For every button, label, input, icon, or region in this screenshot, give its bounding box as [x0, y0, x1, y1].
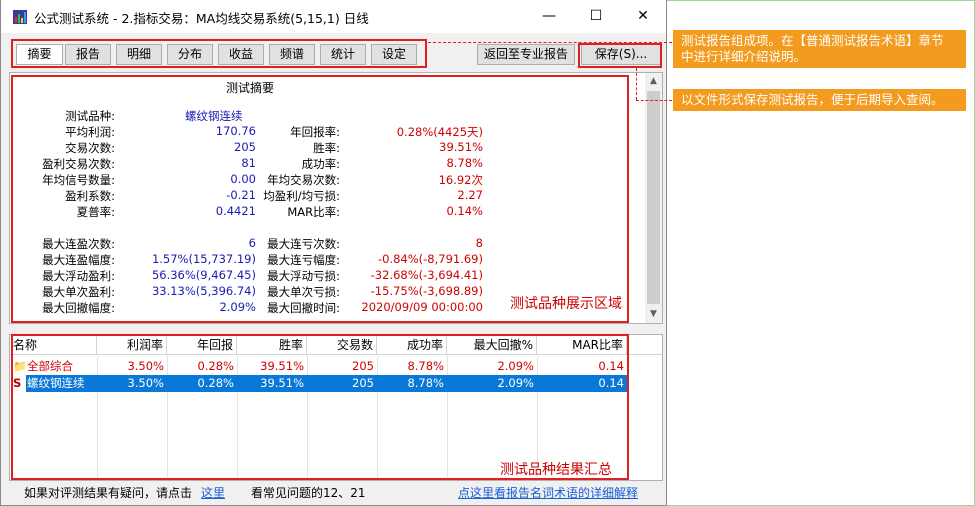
- minimize-button[interactable]: —: [526, 0, 572, 33]
- back-to-pro-report-button[interactable]: 返回至专业报告: [477, 44, 575, 65]
- here-link[interactable]: 这里: [201, 484, 225, 501]
- results-highlight-box: [11, 334, 629, 480]
- tabs-note-connector: [428, 42, 672, 43]
- close-button[interactable]: ✕: [620, 0, 666, 33]
- terms-link[interactable]: 点这里看报告名词术语的详细解释: [458, 484, 638, 501]
- summary-scrollbar[interactable]: ▲ ▼: [645, 73, 662, 323]
- save-note-connector-v: [636, 68, 637, 100]
- scroll-down-icon[interactable]: ▼: [645, 306, 662, 323]
- summary-highlight-box: [11, 75, 629, 323]
- scroll-up-icon[interactable]: ▲: [645, 73, 662, 90]
- tabs-highlight-box: [11, 39, 427, 68]
- maximize-button[interactable]: ☐: [573, 0, 619, 33]
- scroll-thumb[interactable]: [647, 91, 660, 304]
- faq-text: 看常见问题的12、21: [251, 486, 366, 500]
- status-prefix: 如果对评测结果有疑问，请点击: [24, 486, 193, 500]
- save-callout: 以文件形式保存测试报告，便于后期导入查阅。: [673, 89, 966, 111]
- save-note-connector-h: [636, 100, 672, 101]
- save-highlight-box: [578, 43, 662, 68]
- window-title: 公式测试系统 - 2.指标交易：MA均线交易系统(5,15,1) 日线: [34, 11, 369, 26]
- title-bar: 公式测试系统 - 2.指标交易：MA均线交易系统(5,15,1) 日线 — ☐ …: [1, 0, 666, 33]
- tabs-callout-line2: 中进行详细介绍说明。: [681, 49, 807, 64]
- tabs-callout-line1: 测试报告组成项。在【普通测试报告术语】章节: [681, 33, 944, 48]
- tabs-callout: 测试报告组成项。在【普通测试报告术语】章节 中进行详细介绍说明。: [673, 30, 966, 68]
- status-bar: 如果对评测结果有疑问，请点击 这里 看常见问题的12、21 点这里看报告名词术语…: [1, 481, 666, 505]
- app-icon: [13, 10, 27, 24]
